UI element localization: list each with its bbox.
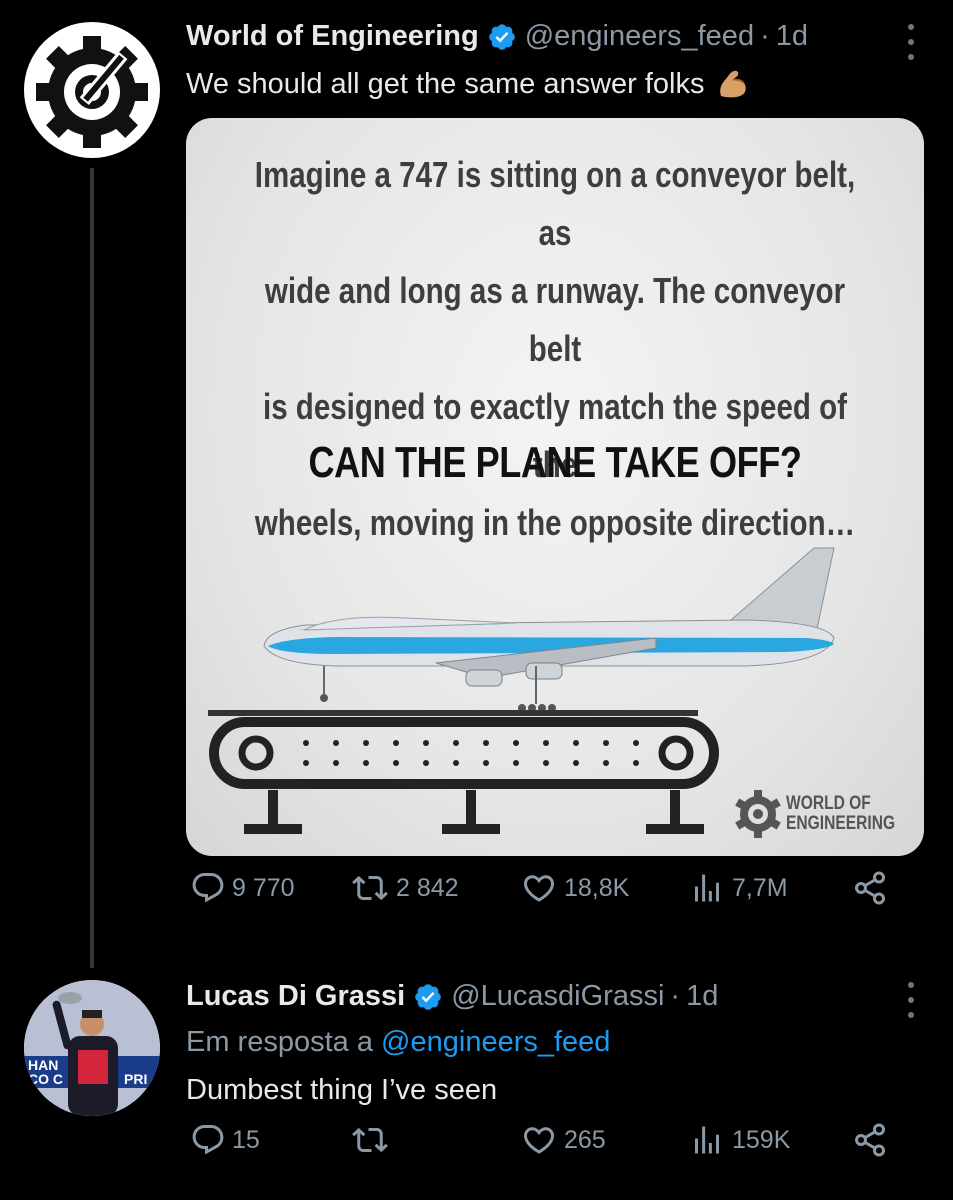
repost-button[interactable] <box>350 1122 396 1158</box>
tweet-engineers-feed[interactable]: World of Engineering @engineers_feed · 1… <box>0 0 953 968</box>
avatar-world-of-engineering[interactable] <box>24 22 160 158</box>
more-icon[interactable] <box>905 24 917 60</box>
author-name[interactable]: Lucas Di Grassi <box>186 980 405 1013</box>
author-handle[interactable]: @engineers_feed <box>525 20 754 53</box>
views-button[interactable]: 159K <box>688 1122 790 1158</box>
separator-dot: · <box>670 980 681 1012</box>
timestamp[interactable]: 1d <box>776 20 808 53</box>
flexed-biceps-icon <box>719 70 746 98</box>
tweet-text: We should all get the same answer folks <box>186 66 751 102</box>
reply-icon <box>192 873 224 903</box>
reply-icon <box>192 1125 224 1155</box>
repost-button[interactable]: 2 842 <box>350 870 459 906</box>
verified-badge-icon <box>415 983 442 1010</box>
reply-context: Em resposta a @engineers_feed <box>186 1026 610 1059</box>
tweet-text: Dumbest thing I’ve seen <box>186 1074 497 1107</box>
watermark-line-1: WORLD OF <box>786 793 871 814</box>
reply-count: 15 <box>232 1125 260 1154</box>
views-icon <box>695 1126 719 1154</box>
views-count: 7,7M <box>732 873 788 902</box>
thread-line <box>90 168 94 968</box>
share-button[interactable] <box>852 870 894 906</box>
like-button[interactable]: 18,8K <box>520 870 629 906</box>
separator-dot: · <box>760 20 770 52</box>
avatar-lucas-di-grassi[interactable]: HAN CO C PRI <box>24 980 160 1116</box>
timestamp[interactable]: 1d <box>686 980 718 1013</box>
reply-prefix: Em resposta a <box>186 1026 373 1058</box>
svg-text:CO C: CO C <box>28 1071 63 1087</box>
more-icon[interactable] <box>905 982 917 1018</box>
watermark: WORLD OF ENGINEERING <box>730 786 919 842</box>
world-of-engineering-logo-icon <box>735 790 781 838</box>
like-count: 265 <box>564 1125 606 1154</box>
tweet-header: Lucas Di Grassi @LucasdiGrassi · 1d <box>186 980 718 1013</box>
tweet-image[interactable]: Imagine a 747 is sitting on a conveyor b… <box>186 118 924 856</box>
like-button[interactable]: 265 <box>520 1122 606 1158</box>
like-count: 18,8K <box>564 873 630 902</box>
watermark-line-2: ENGINEERING <box>786 813 896 834</box>
views-icon <box>695 874 719 902</box>
share-icon <box>855 1123 885 1157</box>
verified-badge-icon <box>488 23 515 50</box>
tweet-text-content: We should all get the same answer folks <box>186 67 705 100</box>
like-icon <box>523 875 555 902</box>
author-handle[interactable]: @LucasdiGrassi <box>451 980 664 1013</box>
reply-mention-link[interactable]: @engineers_feed <box>381 1026 610 1058</box>
reply-count: 9 770 <box>232 873 295 902</box>
views-count: 159K <box>732 1125 791 1154</box>
repost-icon <box>352 875 388 901</box>
tweet-lucas-di-grassi[interactable]: HAN CO C PRI Lucas Di Grassi @LucasdiGra… <box>0 960 953 1200</box>
like-icon <box>523 1127 555 1154</box>
author-name[interactable]: World of Engineering <box>186 20 479 53</box>
share-icon <box>855 871 885 905</box>
reply-button[interactable]: 9 770 <box>190 870 295 906</box>
repost-count: 2 842 <box>396 873 459 902</box>
views-button[interactable]: 7,7M <box>688 870 788 906</box>
tweet-text-content: Dumbest thing I’ve seen <box>186 1074 498 1106</box>
share-button[interactable] <box>852 1122 894 1158</box>
repost-icon <box>352 1127 388 1153</box>
svg-text:PRI: PRI <box>124 1071 147 1087</box>
reply-button[interactable]: 15 <box>190 1122 260 1158</box>
tweet-header: World of Engineering @engineers_feed · 1… <box>186 20 808 53</box>
plane-on-conveyor-illustration <box>208 547 835 834</box>
